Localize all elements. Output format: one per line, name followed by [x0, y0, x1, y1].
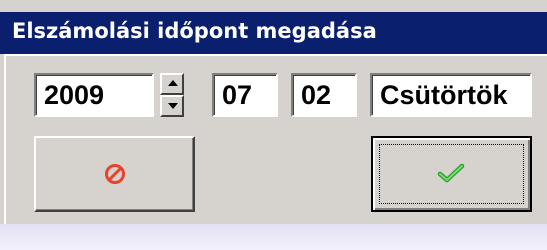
day-input[interactable]: 02	[291, 73, 357, 117]
ok-button[interactable]	[371, 136, 532, 212]
cancel-button[interactable]	[34, 136, 195, 212]
checkmark-icon	[437, 163, 465, 183]
bottom-strip	[0, 224, 547, 250]
arrow-up-icon	[168, 80, 178, 86]
dialog-window: Elszámolási időpont megadása 2009 07 02 …	[0, 0, 547, 250]
title-bar: Elszámolási időpont megadása	[0, 12, 547, 54]
weekday-field: Csütörtök	[370, 73, 532, 117]
month-input[interactable]: 07	[212, 73, 278, 117]
year-increment-button[interactable]	[160, 73, 184, 95]
cancel-icon	[105, 164, 125, 184]
year-input[interactable]: 2009	[34, 73, 154, 117]
dialog-title: Elszámolási időpont megadása	[12, 19, 377, 43]
arrow-down-icon	[168, 103, 178, 109]
year-spinner[interactable]	[160, 73, 184, 117]
year-decrement-button[interactable]	[160, 95, 184, 117]
